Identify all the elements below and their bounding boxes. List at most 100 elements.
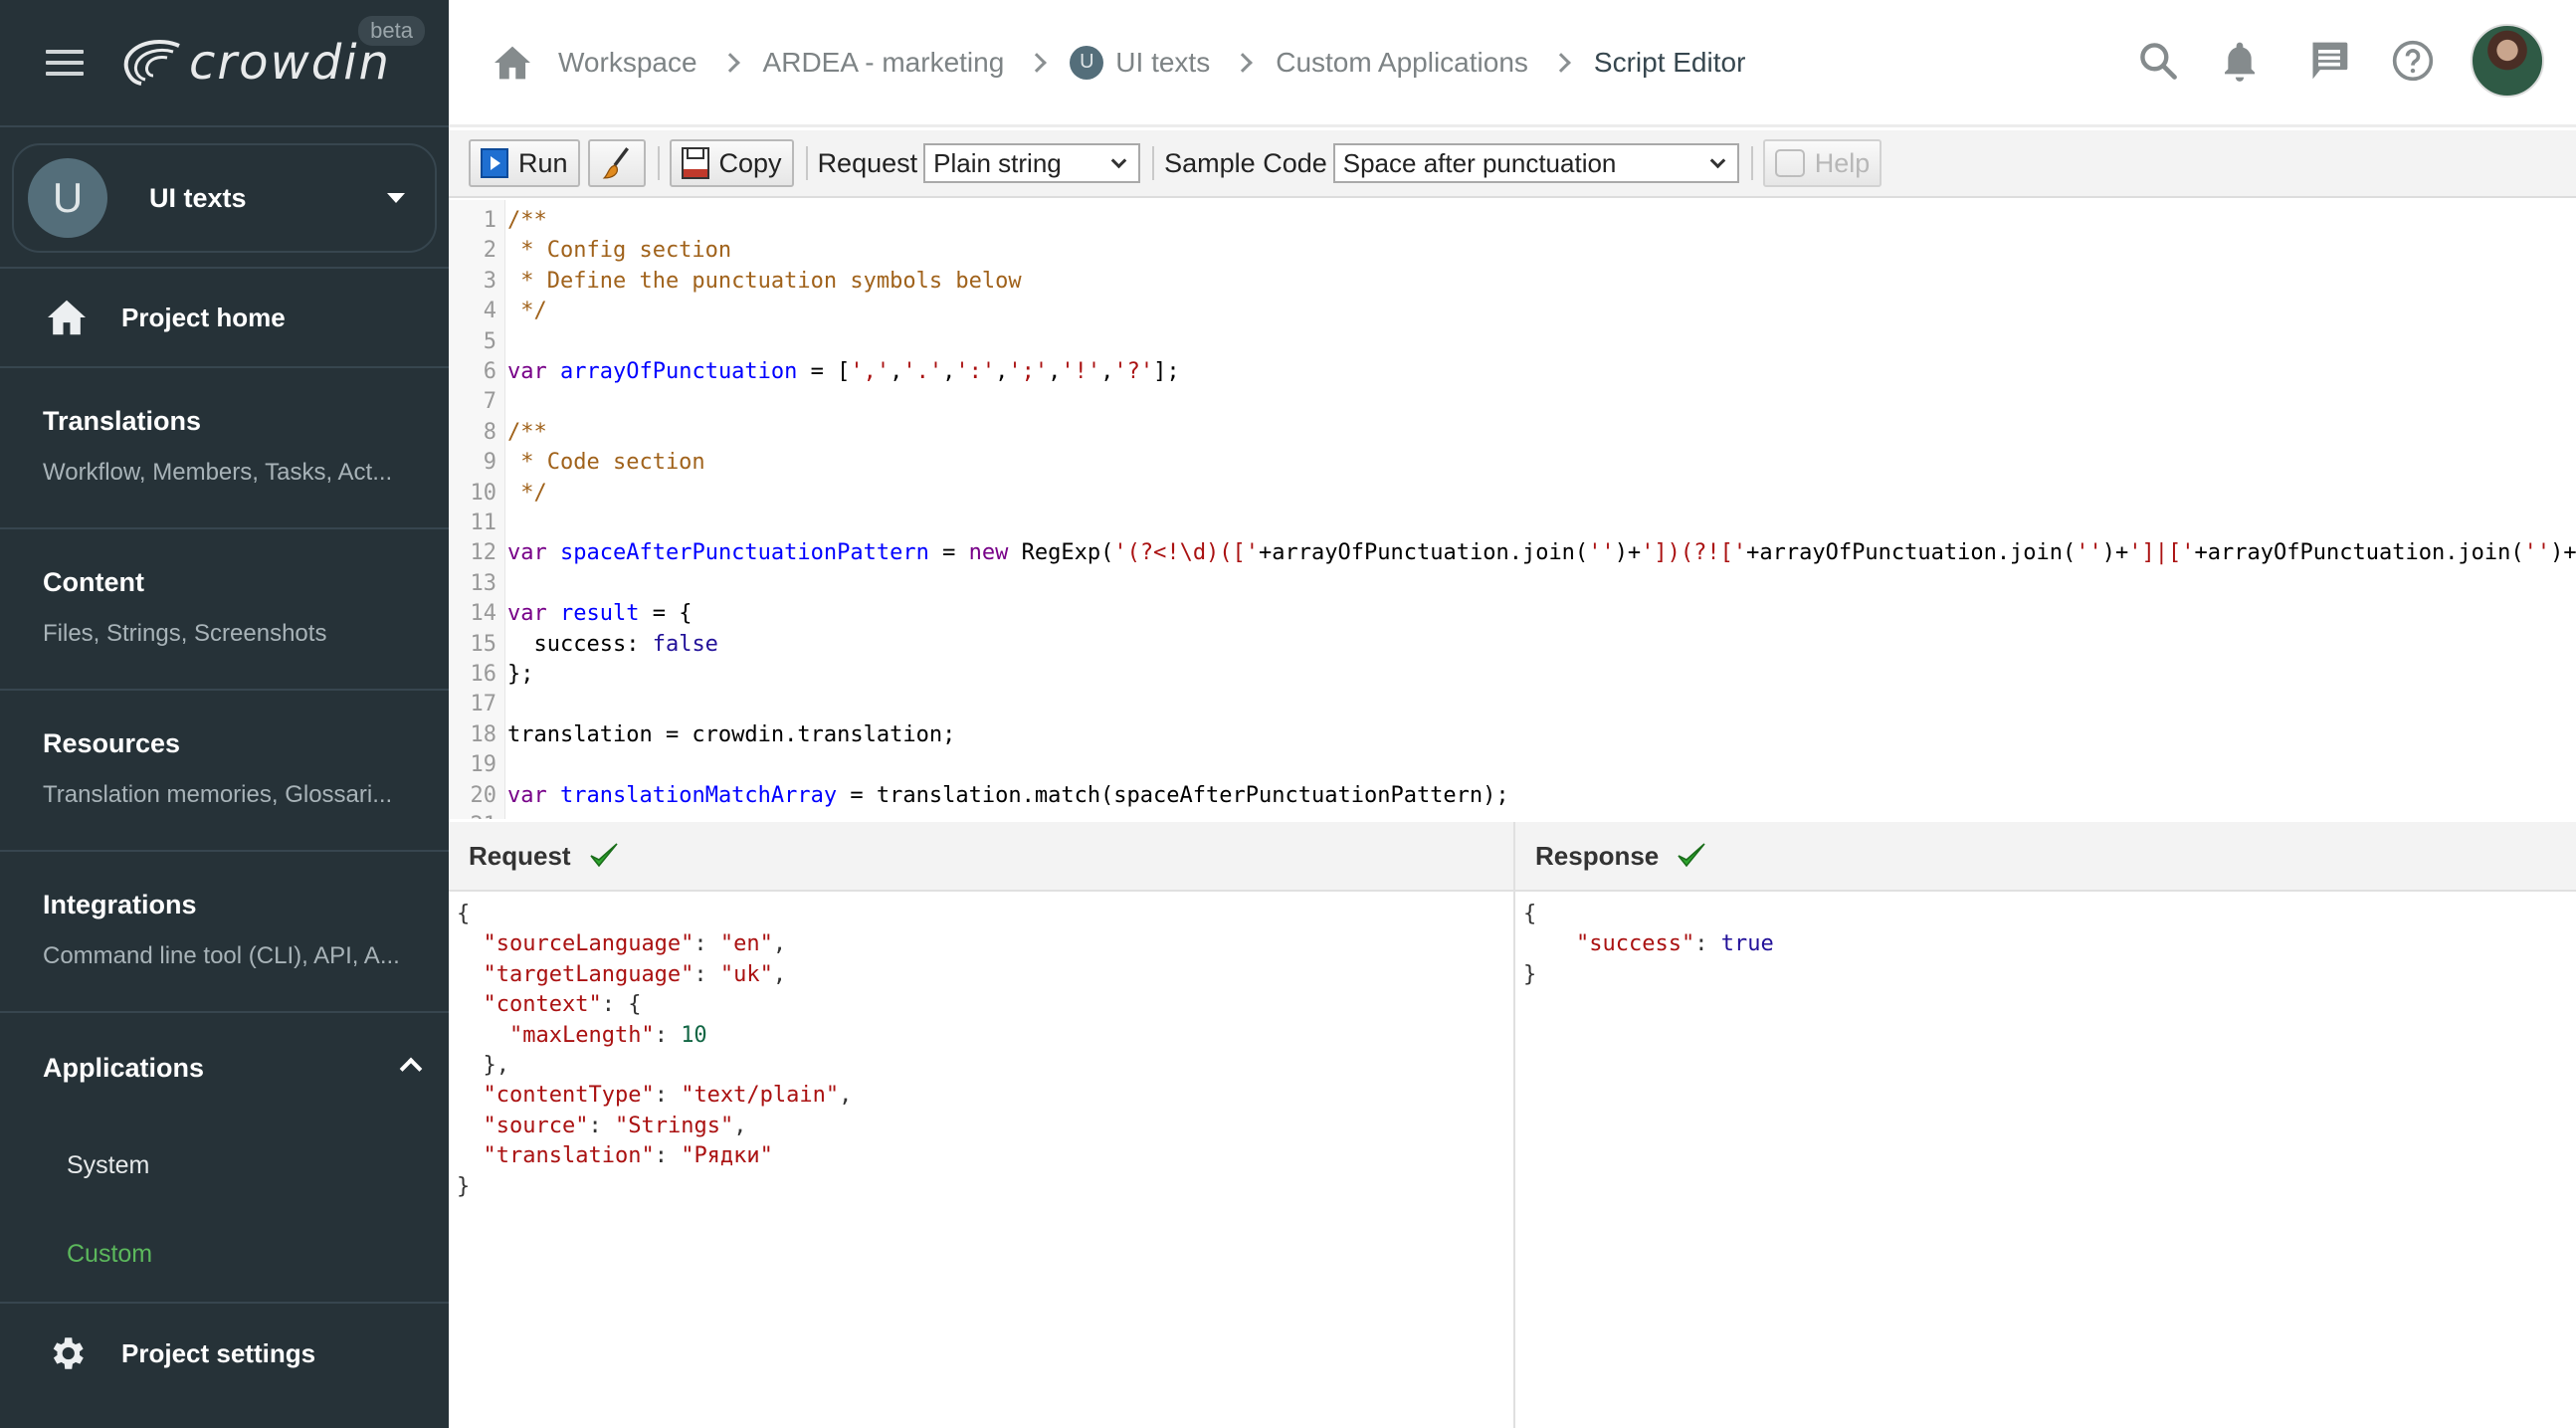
line-number: 11 — [470, 510, 497, 535]
code-line: 15 success: false — [449, 630, 718, 660]
code-line: 4 */ — [449, 297, 547, 326]
line-number: 2 — [483, 238, 496, 264]
sample-code-select[interactable]: Space after punctuation — [1332, 143, 1739, 183]
sidebar-section-integrations[interactable]: Integrations Command line tool (CLI), AP… — [0, 852, 449, 1013]
line-number: 15 — [470, 631, 497, 657]
line-number: 10 — [470, 480, 497, 506]
chevron-right-icon — [719, 52, 740, 73]
copy-button[interactable]: Copy — [669, 139, 794, 187]
request-response-panels: Request { "sourceLanguage": "en", "targe… — [449, 822, 2576, 1428]
response-panel: Response { "success": true } — [1515, 822, 2576, 1428]
chevron-right-icon — [1027, 52, 1048, 73]
code-line: 17 — [449, 690, 507, 719]
request-panel-header: Request — [449, 822, 1513, 892]
code-line: 16}; — [449, 660, 534, 690]
line-number: 21 — [449, 811, 502, 819]
request-title: Request — [469, 840, 571, 871]
code-text: * Code section — [507, 450, 705, 476]
json-context-key: context — [495, 992, 589, 1018]
request-select-value: Plain string — [933, 147, 1062, 178]
line-number: 19 — [470, 752, 497, 778]
format-button[interactable] — [587, 139, 646, 187]
chevron-down-icon — [1709, 152, 1726, 168]
code-line: 20 var translationMatchArray = translatio… — [449, 781, 1509, 811]
sample-code-label: Sample Code — [1164, 147, 1327, 178]
response-panel-header: Response — [1515, 822, 2576, 892]
code-text: * Define the punctuation symbols below — [507, 268, 1022, 294]
breadcrumb-ardea-marketing[interactable]: ARDEA - marketing — [763, 47, 1005, 79]
search-icon[interactable] — [2136, 39, 2180, 83]
bell-icon[interactable] — [2220, 38, 2260, 84]
check-icon — [589, 842, 619, 870]
chat-icon[interactable] — [2307, 39, 2351, 83]
project-avatar-small: U — [1070, 45, 1104, 80]
line-number: 4 — [483, 299, 496, 324]
section-title: Integrations — [43, 890, 197, 919]
project-selector[interactable]: U UI texts — [12, 143, 437, 253]
breadcrumb-script-editor: Script Editor — [1593, 46, 1746, 78]
sidebar-section-applications: Applications System Custom — [0, 1013, 449, 1304]
line-number: 16 — [470, 662, 497, 687]
json-content-type: text/plain — [694, 1083, 826, 1109]
run-icon — [481, 148, 508, 178]
run-button[interactable]: Run — [469, 139, 580, 187]
code-text: success: false — [507, 631, 718, 657]
json-success: true — [1720, 931, 1774, 957]
line-number: 13 — [470, 570, 497, 596]
request-json[interactable]: { "sourceLanguage": "en", "targetLanguag… — [449, 892, 1513, 1202]
breadcrumb-ui-texts[interactable]: UI texts — [1115, 47, 1210, 79]
code-line: 5 — [449, 327, 507, 357]
sidebar-item-label: Project settings — [121, 1337, 316, 1368]
help-button[interactable]: Help — [1762, 139, 1882, 187]
line-number: 18 — [470, 721, 497, 747]
applications-toggle[interactable]: Applications — [43, 1053, 449, 1084]
crowdin-logo[interactable]: crowdin — [121, 35, 391, 91]
code-line: 18 translation = crowdin.translation; — [449, 720, 956, 750]
menu-icon[interactable] — [46, 50, 84, 76]
sidebar-section-resources[interactable]: Resources Translation memories, Glossari… — [0, 691, 449, 852]
json-source: Strings — [628, 1113, 720, 1138]
toolbar-separator — [805, 146, 808, 180]
line-number: 12 — [470, 540, 497, 566]
home-icon[interactable] — [493, 45, 532, 81]
json-source-language: en — [733, 931, 760, 957]
line-number: 7 — [483, 389, 496, 415]
code-line: 19 — [449, 750, 507, 780]
sidebar-item-custom[interactable]: Custom — [67, 1240, 449, 1269]
sidebar: crowdin beta U UI texts Project home Tra… — [0, 0, 449, 1428]
crowdin-swirl-icon — [123, 40, 180, 86]
sidebar-item-system[interactable]: System — [67, 1151, 449, 1180]
response-json[interactable]: { "success": true } — [1515, 892, 2576, 990]
sidebar-section-content[interactable]: Content Files, Strings, Screenshots — [0, 529, 449, 691]
sidebar-section-translations[interactable]: Translations Workflow, Members, Tasks, A… — [0, 368, 449, 529]
sidebar-item-project-settings[interactable]: Project settings — [0, 1304, 449, 1403]
code-line: 3 * Define the punctuation symbols below — [449, 267, 1022, 297]
toolbar-separator — [1750, 146, 1753, 180]
sidebar-item-label: Project home — [121, 302, 286, 332]
top-header: Workspace ARDEA - marketing U UI texts C… — [449, 0, 2576, 127]
code-editor[interactable]: 1/** 2 * Config section 3 * Define the pun… — [449, 200, 2576, 819]
code-text: var result = { — [507, 601, 693, 627]
sidebar-item-project-home[interactable]: Project home — [0, 269, 449, 368]
check-icon — [1677, 842, 1706, 870]
help-label: Help — [1814, 147, 1871, 178]
section-title: Resources — [43, 728, 181, 758]
request-select[interactable]: Plain string — [923, 143, 1141, 183]
header-actions — [2096, 24, 2544, 98]
sidebar-top: crowdin beta — [0, 0, 449, 127]
code-text: var translationMatchArray = translation.… — [507, 782, 1509, 808]
breadcrumb-custom-applications[interactable]: Custom Applications — [1276, 47, 1528, 79]
line-number: 5 — [483, 328, 496, 354]
code-text: translation = crowdin.translation; — [507, 721, 956, 747]
code-line: 14 var result = { — [449, 599, 693, 629]
breadcrumb-workspace[interactable]: Workspace — [558, 47, 697, 79]
response-title: Response — [1535, 840, 1660, 871]
help-icon[interactable] — [2391, 39, 2435, 83]
user-avatar[interactable] — [2471, 24, 2544, 98]
code-line: 12 var spaceAfterPunctuationPattern = new… — [449, 538, 2576, 568]
